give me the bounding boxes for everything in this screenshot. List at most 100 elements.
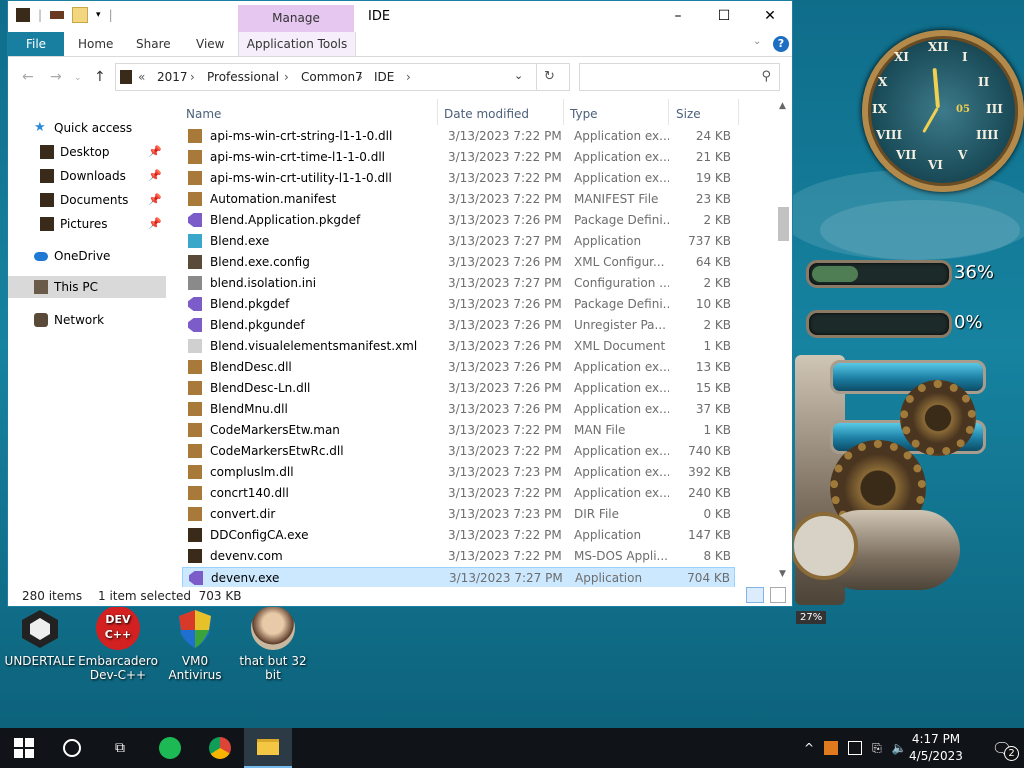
- breadcrumb-ide[interactable]: IDE: [374, 70, 394, 84]
- chevron-right-icon[interactable]: ›: [190, 70, 195, 84]
- vertical-scrollbar[interactable]: ▲ ▼: [775, 99, 792, 587]
- desktop-icon-devcpp[interactable]: DEV C++ Embarcadero Dev-C++: [78, 606, 158, 682]
- maximize-button[interactable]: ☐: [701, 1, 747, 32]
- details-view-icon[interactable]: [746, 587, 764, 603]
- address-bar[interactable]: « 2017 › Professional › Common7 › IDE › …: [115, 63, 570, 91]
- clock-gadget[interactable]: XII I II III IIII V VI VII VIII IX X XI …: [852, 20, 1024, 192]
- file-row[interactable]: Blend.pkgundef 3/13/2023 7:26 PM Unregiste…: [182, 315, 735, 336]
- column-header-size[interactable]: Size: [676, 103, 701, 125]
- nav-quick-access[interactable]: ★ Quick access: [8, 117, 166, 139]
- properties-icon[interactable]: [50, 11, 65, 19]
- nav-this-pc[interactable]: This PC: [8, 276, 166, 298]
- breadcrumb-common7[interactable]: Common7: [301, 70, 363, 84]
- file-row[interactable]: blend.isolation.ini 3/13/2023 7:27 PM Conf…: [182, 273, 735, 294]
- file-date: 3/13/2023 7:26 PM: [448, 297, 562, 311]
- title-bar[interactable]: | ▾ | Manage IDE – ☐ ✕: [8, 1, 792, 32]
- desktop-icon-undertale[interactable]: UNDERTALE: [0, 606, 80, 668]
- scroll-thumb[interactable]: [778, 207, 789, 241]
- taskbar-app-file-explorer[interactable]: [244, 728, 292, 768]
- column-header-date[interactable]: Date modified: [444, 103, 529, 125]
- breadcrumb-overflow[interactable]: «: [138, 70, 145, 84]
- column-header-name[interactable]: Name: [186, 103, 221, 125]
- file-row[interactable]: api-ms-win-crt-utility-l1-1-0.dll 3/13/20…: [182, 168, 735, 189]
- dll-file-icon: [188, 192, 202, 206]
- taskbar-clock[interactable]: 4:17 PM 4/5/2023: [896, 731, 976, 765]
- file-row[interactable]: BlendDesc.dll 3/13/2023 7:26 PM Applicatio…: [182, 357, 735, 378]
- file-row[interactable]: Blend.exe 3/13/2023 7:27 PM Application 737…: [182, 231, 735, 252]
- task-view-button[interactable]: ⧉: [96, 728, 144, 768]
- nav-network[interactable]: Network: [8, 309, 166, 331]
- search-button[interactable]: [48, 728, 96, 768]
- expand-ribbon-icon[interactable]: ⌄: [753, 36, 761, 47]
- refresh-icon[interactable]: ↻: [544, 69, 555, 84]
- column-divider[interactable]: [738, 99, 739, 125]
- taskbar-app-spotify[interactable]: [146, 728, 194, 768]
- file-row[interactable]: Blend.visualelementsmanifest.xml 3/13/202…: [182, 336, 735, 357]
- minimize-button[interactable]: –: [655, 1, 701, 32]
- desktop-icon-vm0[interactable]: VM0 Antivirus: [155, 606, 235, 682]
- nav-downloads[interactable]: Downloads 📌: [8, 165, 166, 187]
- forward-arrow-icon[interactable]: →: [50, 69, 62, 85]
- recent-locations-icon[interactable]: ⌄: [74, 73, 82, 83]
- nav-documents[interactable]: Documents 📌: [8, 189, 166, 211]
- tray-app-icon[interactable]: [824, 741, 839, 755]
- column-divider[interactable]: [437, 99, 438, 125]
- file-row[interactable]: api-ms-win-crt-string-l1-1-0.dll 3/13/202…: [182, 126, 735, 147]
- file-row[interactable]: devenv.com 3/13/2023 7:22 PM MS-DOS Appli.…: [182, 546, 735, 567]
- scroll-down-icon[interactable]: ▼: [779, 569, 786, 579]
- column-header-type[interactable]: Type: [570, 103, 598, 125]
- help-icon[interactable]: ?: [773, 36, 789, 52]
- breadcrumb-2017[interactable]: 2017: [157, 70, 188, 84]
- clock-numeral: III: [986, 102, 1003, 116]
- tab-home[interactable]: Home: [78, 32, 113, 56]
- up-arrow-icon[interactable]: ↑: [94, 69, 106, 85]
- column-divider[interactable]: [563, 99, 564, 125]
- file-row[interactable]: Blend.exe.config 3/13/2023 7:26 PM XML Con…: [182, 252, 735, 273]
- file-row[interactable]: devenv.exe 3/13/2023 7:27 PM Application 70…: [182, 567, 735, 587]
- file-row[interactable]: BlendMnu.dll 3/13/2023 7:26 PM Application…: [182, 399, 735, 420]
- file-row[interactable]: CodeMarkersEtw.man 3/13/2023 7:22 PM MAN F…: [182, 420, 735, 441]
- chevron-up-icon[interactable]: ^: [804, 741, 814, 755]
- chevron-down-icon[interactable]: ▾: [96, 10, 101, 20]
- scroll-up-icon[interactable]: ▲: [779, 101, 786, 111]
- tab-file[interactable]: File: [8, 32, 64, 56]
- start-button[interactable]: [0, 728, 48, 768]
- chevron-right-icon[interactable]: ›: [284, 70, 289, 84]
- taskbar-app-chrome[interactable]: [196, 728, 244, 768]
- chevron-right-icon[interactable]: ›: [358, 70, 363, 84]
- file-row[interactable]: DDConfigCA.exe 3/13/2023 7:22 PM Applicati…: [182, 525, 735, 546]
- nav-onedrive[interactable]: OneDrive: [8, 245, 166, 267]
- file-row[interactable]: compluslm.dll 3/13/2023 7:23 PM Applicatio…: [182, 462, 735, 483]
- file-row[interactable]: Automation.manifest 3/13/2023 7:22 PM MANI…: [182, 189, 735, 210]
- file-row[interactable]: concrt140.dll 3/13/2023 7:22 PM Applicatio…: [182, 483, 735, 504]
- tray-app-icon[interactable]: [848, 741, 863, 755]
- new-folder-icon[interactable]: [72, 7, 89, 23]
- search-input[interactable]: ⚲: [579, 63, 780, 91]
- file-row[interactable]: CodeMarkersEtwRc.dll 3/13/2023 7:22 PM App…: [182, 441, 735, 462]
- tab-manage[interactable]: Manage: [238, 5, 354, 32]
- back-arrow-icon[interactable]: ←: [22, 69, 34, 85]
- tab-view[interactable]: View: [196, 32, 224, 56]
- chevron-right-icon[interactable]: ›: [406, 70, 411, 84]
- address-dropdown-icon[interactable]: ⌄: [514, 69, 523, 82]
- file-name: api-ms-win-crt-string-l1-1-0.dll: [210, 129, 393, 143]
- close-button[interactable]: ✕: [747, 1, 793, 32]
- file-type: Application: [574, 234, 642, 248]
- file-row[interactable]: convert.dir 3/13/2023 7:23 PM DIR File 0 KB: [182, 504, 735, 525]
- large-icons-view-icon[interactable]: [770, 587, 786, 603]
- nav-desktop[interactable]: Desktop 📌: [8, 141, 166, 163]
- folder-app-icon[interactable]: [16, 8, 30, 22]
- tab-application-tools[interactable]: Application Tools: [238, 32, 356, 56]
- notification-center-button[interactable]: 🗨 2: [980, 728, 1024, 768]
- file-row[interactable]: BlendDesc-Ln.dll 3/13/2023 7:26 PM Applica…: [182, 378, 735, 399]
- desktop-icon-that-but-32-bit[interactable]: that but 32 bit: [233, 606, 313, 682]
- tab-share[interactable]: Share: [136, 32, 171, 56]
- file-row[interactable]: api-ms-win-crt-time-l1-1-0.dll 3/13/2023 …: [182, 147, 735, 168]
- breadcrumb-professional[interactable]: Professional: [207, 70, 279, 84]
- file-row[interactable]: Blend.Application.pkgdef 3/13/2023 7:26 P…: [182, 210, 735, 231]
- nav-pictures[interactable]: Pictures 📌: [8, 213, 166, 235]
- file-row[interactable]: Blend.pkgdef 3/13/2023 7:26 PM Package Def…: [182, 294, 735, 315]
- column-divider[interactable]: [668, 99, 669, 125]
- network-tray-icon[interactable]: ⎘: [872, 741, 882, 756]
- cloud-icon: [34, 251, 48, 261]
